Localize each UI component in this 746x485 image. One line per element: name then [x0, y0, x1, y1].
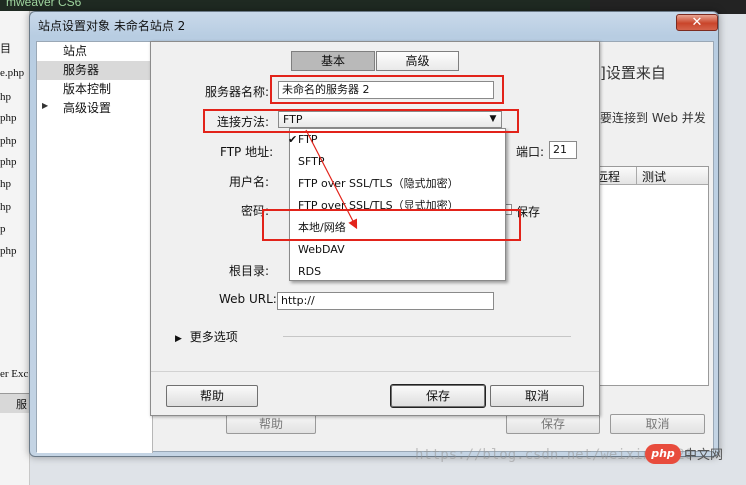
php-site-name: 中文网	[684, 448, 724, 463]
annotation-arrow	[305, 129, 358, 230]
php-logo: php	[645, 444, 681, 464]
